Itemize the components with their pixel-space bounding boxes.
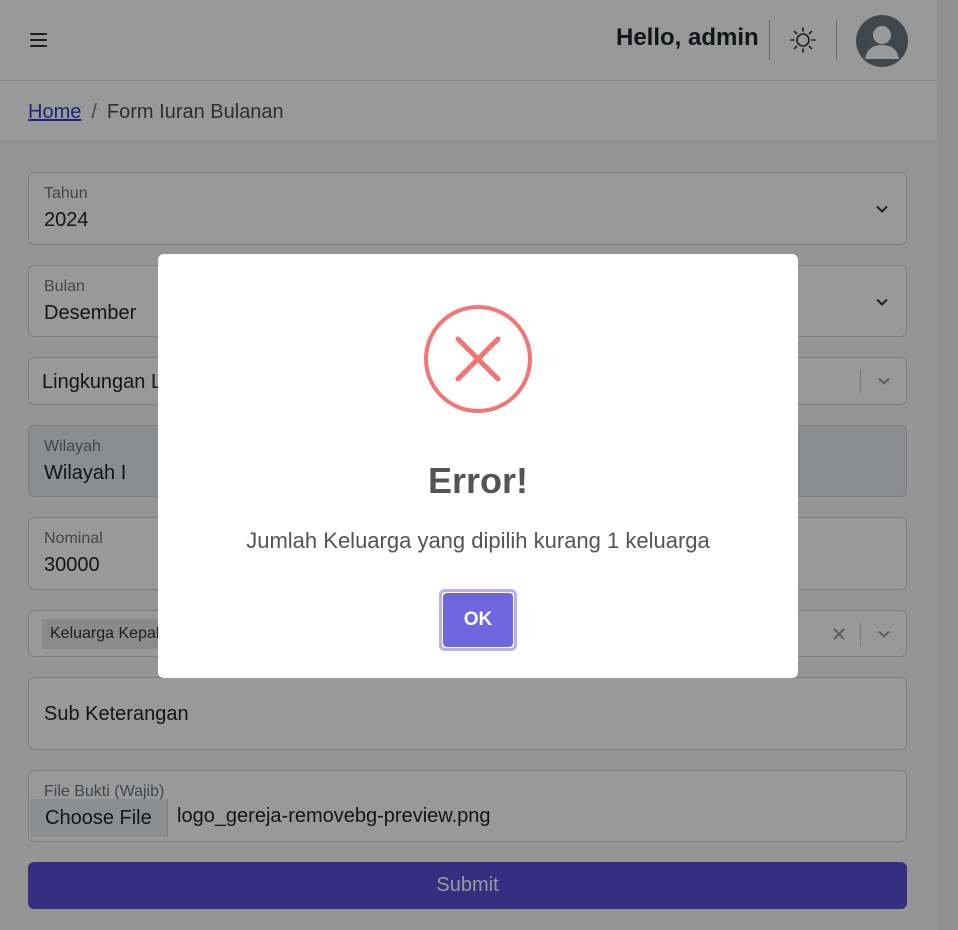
modal-message: Jumlah Keluarga yang dipilih kurang 1 ke… xyxy=(246,528,710,553)
error-dialog: Error! Jumlah Keluarga yang dipilih kura… xyxy=(158,254,798,678)
error-x-icon xyxy=(424,305,532,413)
ok-button-label: OK xyxy=(443,593,513,647)
ok-button[interactable]: OK xyxy=(439,589,517,651)
page: Hello, admin Home / Form Iuran Bulanan T… xyxy=(0,0,958,930)
modal-title: Error! xyxy=(427,460,529,501)
